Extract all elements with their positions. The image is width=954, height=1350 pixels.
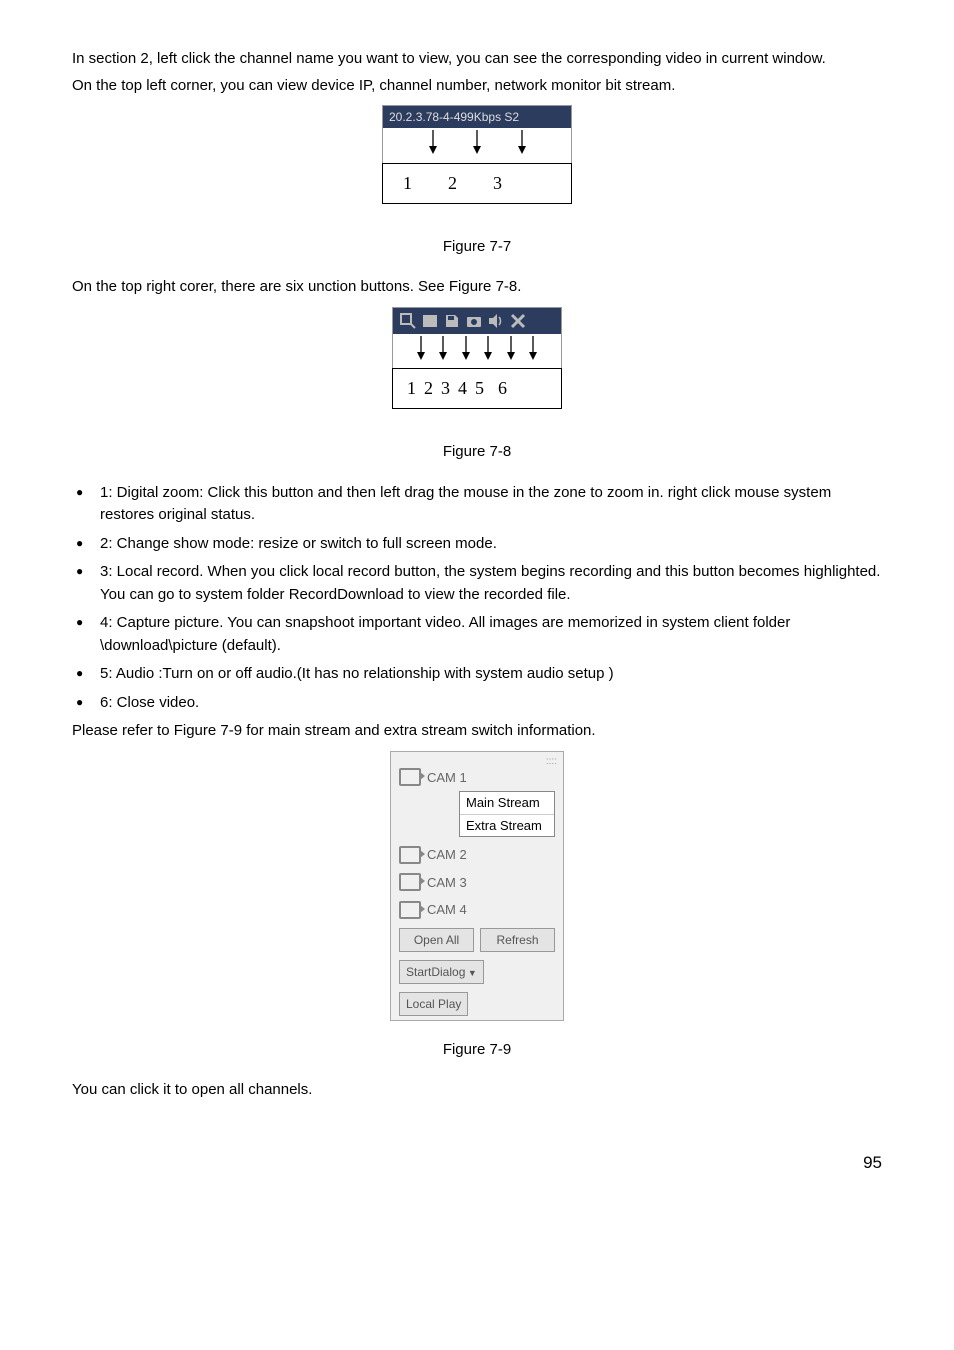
close-icon — [509, 312, 527, 330]
arrow-down-icon — [428, 130, 438, 162]
camera-icon — [399, 768, 421, 786]
ip-channel-bitstream-bar: 20.2.3.78-4-499Kbps S2 — [382, 105, 572, 128]
callout-number: 5 — [475, 375, 484, 402]
figure-label: Figure 7-9 — [72, 1039, 882, 1062]
channel-label: CAM 4 — [427, 900, 467, 920]
paragraph: On the top right corer, there are six un… — [72, 276, 882, 299]
callout-number: 3 — [493, 170, 502, 197]
arrow-down-icon — [506, 336, 516, 368]
callout-number: 2 — [424, 375, 433, 402]
local-play-button[interactable]: Local Play — [399, 992, 468, 1016]
open-all-button[interactable]: Open All — [399, 928, 474, 952]
figure-label: Figure 7-7 — [72, 236, 882, 259]
paragraph: Please refer to Figure 7-9 for main stre… — [72, 720, 882, 743]
paragraph: In section 2, left click the channel nam… — [72, 48, 882, 71]
paragraph: On the top left corner, you can view dev… — [72, 75, 882, 98]
channel-cam2[interactable]: CAM 2 — [391, 841, 563, 869]
arrow-down-icon — [528, 336, 538, 368]
arrow-down-icon — [461, 336, 471, 368]
figure-label: Figure 7-8 — [72, 441, 882, 464]
page-number: 95 — [72, 1150, 882, 1176]
camera-icon — [399, 873, 421, 891]
callout-number: 3 — [441, 375, 450, 402]
paragraph: You can click it to open all channels. — [72, 1079, 882, 1102]
local-record-icon — [443, 312, 461, 330]
channel-cam3[interactable]: CAM 3 — [391, 869, 563, 897]
audio-icon — [487, 312, 505, 330]
bullet-item: 3: Local record. When you click local re… — [72, 561, 882, 606]
bullet-item: 6: Close video. — [72, 692, 882, 715]
fullscreen-icon — [421, 312, 439, 330]
callout-number: 1 — [407, 375, 416, 402]
channel-cam4[interactable]: CAM 4 — [391, 896, 563, 924]
capture-icon — [465, 312, 483, 330]
arrow-down-icon — [472, 130, 482, 162]
start-dialog-dropdown[interactable]: StartDialog — [399, 960, 484, 984]
drag-handle-icon[interactable]: :::: — [391, 752, 563, 764]
channel-label: CAM 1 — [427, 768, 467, 788]
extra-stream-option[interactable]: Extra Stream — [460, 815, 554, 837]
figure-7-7: 20.2.3.78-4-499Kbps S2 1 2 3 — [382, 105, 572, 204]
refresh-button[interactable]: Refresh — [480, 928, 555, 952]
bullet-item: 2: Change show mode: resize or switch to… — [72, 533, 882, 556]
bullet-item: 5: Audio :Turn on or off audio.(It has n… — [72, 663, 882, 686]
callout-number: 6 — [498, 375, 507, 402]
stream-submenu: Main Stream Extra Stream — [459, 791, 555, 837]
arrow-down-icon — [483, 336, 493, 368]
channel-cam1[interactable]: CAM 1 — [391, 764, 563, 792]
camera-icon — [399, 846, 421, 864]
main-stream-option[interactable]: Main Stream — [460, 792, 554, 815]
bullet-item: 4: Capture picture. You can snapshoot im… — [72, 612, 882, 657]
arrow-down-icon — [416, 336, 426, 368]
callout-number: 2 — [448, 170, 457, 197]
channel-panel: :::: CAM 1 Main Stream Extra Stream CAM … — [390, 751, 564, 1021]
channel-label: CAM 2 — [427, 845, 467, 865]
callout-number: 4 — [458, 375, 467, 402]
figure-7-8: 1 2 3 4 5 6 — [392, 307, 562, 410]
bullet-item: 1: Digital zoom: Click this button and t… — [72, 482, 882, 527]
camera-icon — [399, 901, 421, 919]
digital-zoom-icon — [399, 312, 417, 330]
callout-number: 1 — [403, 170, 412, 197]
channel-label: CAM 3 — [427, 873, 467, 893]
arrow-down-icon — [517, 130, 527, 162]
arrow-down-icon — [438, 336, 448, 368]
